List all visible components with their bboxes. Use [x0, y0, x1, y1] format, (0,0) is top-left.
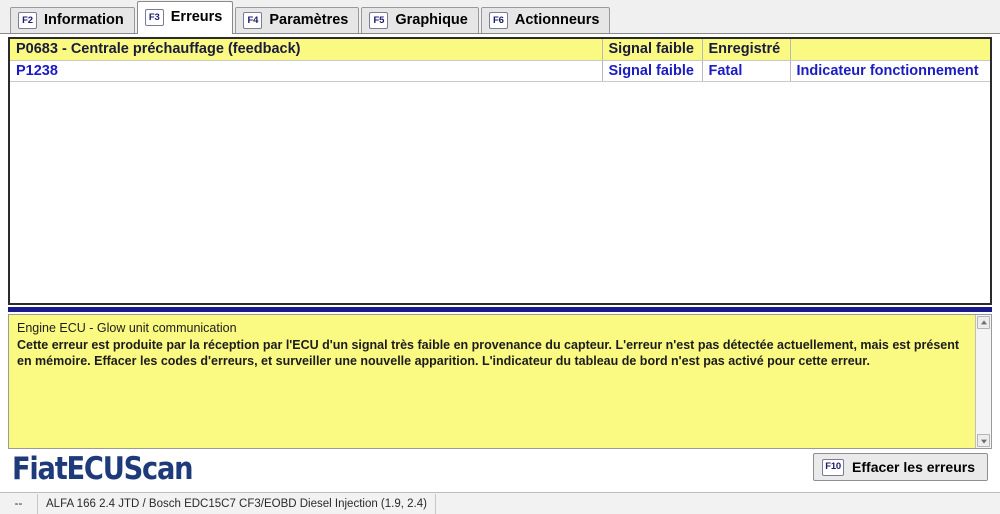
tab-parametres-label: Paramètres: [269, 12, 349, 29]
clear-errors-button[interactable]: F10 Effacer les erreurs: [813, 453, 988, 481]
main-tab-bar: F2 Information F3 Erreurs F4 Paramètres …: [0, 0, 1000, 34]
scroll-up-arrow-icon[interactable]: [977, 316, 990, 329]
error-description-panel: Engine ECU - Glow unit communication Cet…: [8, 314, 992, 449]
status-vehicle-info: ALFA 166 2.4 JTD / Bosch EDC15C7 CF3/EOB…: [38, 493, 436, 514]
status-connection-indicator: --: [0, 493, 38, 514]
cell-signal: Signal faible: [602, 39, 703, 61]
cell-state: Enregistré: [702, 39, 791, 61]
f5-key-icon: F5: [369, 12, 389, 29]
scroll-down-arrow-icon[interactable]: [977, 434, 990, 447]
f4-key-icon: F4: [243, 12, 263, 29]
scrollbar-track[interactable]: [976, 329, 991, 434]
cell-indicator: [790, 39, 990, 61]
cell-signal: Signal faible: [602, 60, 703, 82]
error-code-table: P0683 - Centrale préchauffage (feedback)…: [10, 39, 990, 82]
table-row[interactable]: P0683 - Centrale préchauffage (feedback)…: [10, 39, 990, 61]
fiatecuscan-logo: FiatECUScan: [12, 451, 194, 487]
f3-key-icon: F3: [144, 9, 164, 26]
clear-errors-button-label: Effacer les erreurs: [852, 459, 975, 475]
tab-graphique[interactable]: F5 Graphique: [361, 7, 479, 33]
error-description-body: Engine ECU - Glow unit communication Cet…: [9, 315, 975, 448]
tab-actionneurs-label: Actionneurs: [514, 12, 600, 29]
tab-erreurs[interactable]: F3 Erreurs: [136, 1, 234, 34]
error-code-table-panel: P0683 - Centrale préchauffage (feedback)…: [8, 37, 992, 305]
panel-separator: [8, 307, 992, 312]
tab-parametres[interactable]: F4 Paramètres: [235, 7, 360, 33]
f10-key-icon: F10: [822, 458, 845, 476]
cell-indicator: Indicateur fonctionnement: [790, 60, 990, 82]
cell-state: Fatal: [702, 60, 791, 82]
tab-information-label: Information: [44, 12, 124, 29]
tab-erreurs-label: Erreurs: [170, 9, 223, 26]
description-vertical-scrollbar[interactable]: [975, 315, 991, 448]
error-description-title: Engine ECU - Glow unit communication: [17, 321, 237, 335]
cell-error-code: P1238: [10, 60, 603, 82]
tab-graphique-label: Graphique: [395, 12, 468, 29]
status-bar: -- ALFA 166 2.4 JTD / Bosch EDC15C7 CF3/…: [0, 492, 1000, 514]
tab-information[interactable]: F2 Information: [10, 7, 135, 33]
table-row[interactable]: P1238 Signal faible Fatal Indicateur fon…: [10, 60, 990, 82]
application-window: F2 Information F3 Erreurs F4 Paramètres …: [0, 0, 1000, 514]
f2-key-icon: F2: [18, 12, 37, 29]
tab-actionneurs[interactable]: F6 Actionneurs: [480, 7, 611, 33]
cell-error-code: P0683 - Centrale préchauffage (feedback): [10, 39, 603, 61]
error-description-text: Cette erreur est produite par la récepti…: [17, 338, 960, 368]
f6-key-icon: F6: [488, 12, 508, 29]
footer-bar: FiatECUScan F10 Effacer les erreurs: [0, 449, 1000, 491]
